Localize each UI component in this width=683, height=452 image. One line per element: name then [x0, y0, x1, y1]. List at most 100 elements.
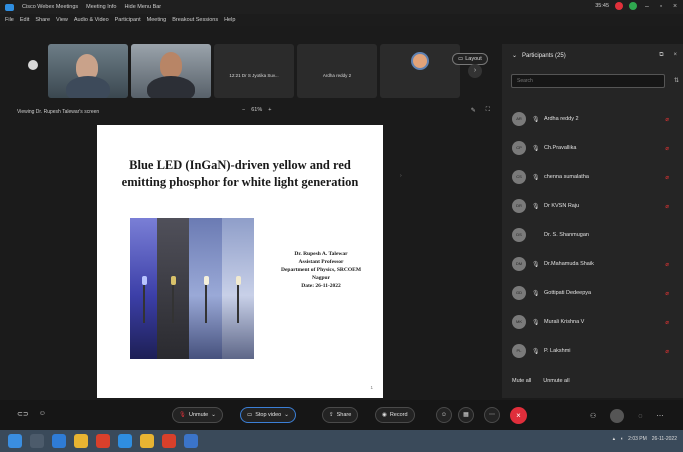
menu-audio-video[interactable]: Audio & Video — [74, 17, 109, 23]
muted-mic-icon[interactable]: 🎙 — [532, 174, 540, 181]
taskbar-date[interactable]: 26-11-2022 — [652, 436, 677, 442]
minimize-icon[interactable]: – — [643, 3, 651, 10]
avatar[interactable] — [610, 409, 625, 423]
menu-view[interactable]: View — [56, 17, 68, 23]
participant-row[interactable]: DM 🎙 Dr.Mahamuda Shaik ⌀ — [502, 255, 683, 273]
unmute-button[interactable]: 🎙 Unmute ⌄ — [172, 407, 223, 423]
participant-name: Ch.Pravallika — [544, 145, 577, 151]
menu-breakout-sessions[interactable]: Breakout Sessions — [172, 17, 218, 23]
maximize-icon[interactable]: ▫ — [657, 3, 665, 10]
muted-mic-icon[interactable]: 🎙 — [532, 348, 540, 355]
participant-name: chenna sumalatha — [544, 174, 589, 180]
hide-menu-bar-toggle[interactable]: Hide Menu Bar — [124, 4, 161, 10]
name-tile-1[interactable]: 12:21 Dr S Jyotika Suv... — [214, 44, 294, 98]
chrome-icon[interactable] — [96, 434, 110, 448]
participant-face — [160, 52, 182, 78]
collapse-chevron-icon[interactable]: ⌄ — [512, 52, 517, 59]
layout-button[interactable]: ▭ Layout — [452, 53, 488, 65]
app-icon[interactable] — [162, 434, 176, 448]
participant-row[interactable]: MK 🎙 Murali Krishna V ⌀ — [502, 313, 683, 331]
led-stem — [204, 285, 207, 323]
participant-row[interactable]: PL 🎙 P. Lakshmi ⌀ — [502, 342, 683, 360]
participant-row[interactable]: AR 🎙 Ardha reddy 2 ⌀ — [502, 110, 683, 128]
participants-header[interactable]: ⌄ Participants (25) — [512, 52, 566, 60]
more-panels-icon[interactable]: ⋯ — [656, 412, 663, 420]
zoom-level[interactable]: 61% — [251, 107, 262, 113]
controls-right: ⚇ ◌ ⋯ — [590, 409, 663, 423]
start-icon[interactable] — [8, 434, 22, 448]
mic-off-icon: ⌀ — [665, 145, 669, 152]
participant-row[interactable]: CS 🎙 chenna sumalatha ⌀ — [502, 168, 683, 186]
strip-next-icon[interactable]: › — [468, 64, 482, 78]
participant-row[interactable]: GD 🎙 Gottipati Dedeepya ⌀ — [502, 284, 683, 302]
shared-slide: Blue LED (InGaN)-driven yellow and red e… — [97, 125, 402, 398]
chevron-down-icon[interactable]: ⌄ — [284, 412, 289, 418]
muted-mic-icon[interactable]: 🎙 — [532, 145, 540, 152]
unmute-all-button[interactable]: Unmute all — [543, 378, 569, 384]
muted-mic-icon[interactable]: 🎙 — [532, 116, 540, 123]
edge-icon[interactable] — [52, 434, 66, 448]
webex-logo-icon — [5, 3, 14, 11]
reaction-icon[interactable]: ☺ — [436, 407, 452, 423]
menu-meeting[interactable]: Meeting — [147, 17, 167, 23]
chat-icon[interactable]: ◌ — [638, 413, 642, 420]
title-bar: Cisco Webex Meetings Meeting Info Hide M… — [0, 0, 683, 14]
chevron-down-icon[interactable]: ⌄ — [211, 412, 216, 418]
webex-taskbar-icon[interactable] — [118, 434, 132, 448]
menu-file[interactable]: File — [5, 17, 14, 23]
mic-off-icon: ⌀ — [665, 174, 669, 181]
muted-mic-icon[interactable]: 🎙 — [532, 290, 540, 297]
participant-row[interactable]: DR 🎙 Dr KVSN Raju ⌀ — [502, 197, 683, 215]
filter-icon[interactable]: ⇅ — [674, 77, 679, 84]
slide-title-line-2: emitting phosphor for white light genera… — [121, 175, 359, 189]
share-button[interactable]: ⇪ Share — [322, 407, 359, 423]
volume-icon[interactable]: ◖ — [620, 436, 623, 442]
menu-help[interactable]: Help — [224, 17, 235, 23]
fullscreen-icon[interactable]: ⛶ — [486, 107, 490, 114]
strip-prev-icon[interactable] — [28, 60, 38, 70]
record-button[interactable]: ◉ Record — [375, 407, 415, 423]
participant-row[interactable]: DS Dr. S. Shanmugan — [502, 226, 683, 244]
stop-video-label: Stop video — [255, 412, 282, 418]
captions-icon[interactable]: ⊂⊃ — [17, 410, 29, 418]
menu-edit[interactable]: Edit — [20, 17, 29, 23]
zoom-out-button[interactable]: − — [242, 107, 245, 113]
close-icon[interactable]: × — [671, 3, 679, 10]
more-options-icon[interactable]: ⋯ — [484, 407, 500, 423]
word-icon[interactable] — [184, 434, 198, 448]
mute-all-button[interactable]: Mute all — [512, 378, 531, 384]
muted-mic-icon[interactable]: 🎙 — [532, 203, 540, 210]
apps-icon[interactable]: ▦ — [458, 407, 474, 423]
folder-icon[interactable] — [140, 434, 154, 448]
meeting-info-menu[interactable]: Meeting Info — [86, 4, 116, 10]
participants-toggle-icon[interactable]: ⚇ — [590, 412, 596, 420]
reactions-icon[interactable]: ☺ — [39, 410, 46, 418]
close-panel-icon[interactable]: × — [673, 52, 677, 59]
participant-row[interactable]: CP 🎙 Ch.Pravallika ⌀ — [502, 139, 683, 157]
zoom-in-button[interactable]: + — [268, 107, 271, 113]
leave-meeting-icon[interactable]: × — [510, 407, 527, 424]
mic-off-icon: ⌀ — [665, 116, 669, 123]
avatar-tile[interactable] — [380, 44, 460, 98]
muted-mic-icon[interactable]: 🎙 — [532, 261, 540, 268]
participant-avatar: DR — [512, 199, 526, 213]
participants-search-input[interactable] — [511, 74, 665, 88]
annotate-icon[interactable]: ✎ — [471, 107, 476, 114]
popout-icon[interactable]: ⧉ — [659, 52, 663, 59]
menu-share[interactable]: Share — [35, 17, 50, 23]
task-view-icon[interactable] — [30, 434, 44, 448]
muted-mic-icon[interactable]: 🎙 — [532, 319, 540, 326]
stop-video-button[interactable]: ▭ Stop video ⌄ — [240, 407, 296, 423]
share-icon: ⇪ — [329, 412, 334, 418]
zoom-control: − 61% + — [242, 107, 271, 113]
network-icon[interactable]: ▴ — [613, 436, 616, 442]
led-photo — [130, 218, 254, 359]
avatar — [411, 52, 429, 70]
menu-participant[interactable]: Participant — [115, 17, 141, 23]
author-city: Nagpur — [311, 275, 331, 281]
video-tile-2[interactable] — [131, 44, 211, 98]
file-explorer-icon[interactable] — [74, 434, 88, 448]
video-tile-1[interactable] — [48, 44, 128, 98]
taskbar-time[interactable]: 2:03 PM — [628, 436, 647, 442]
name-tile-2[interactable]: Ardha reddy 2 — [297, 44, 377, 98]
